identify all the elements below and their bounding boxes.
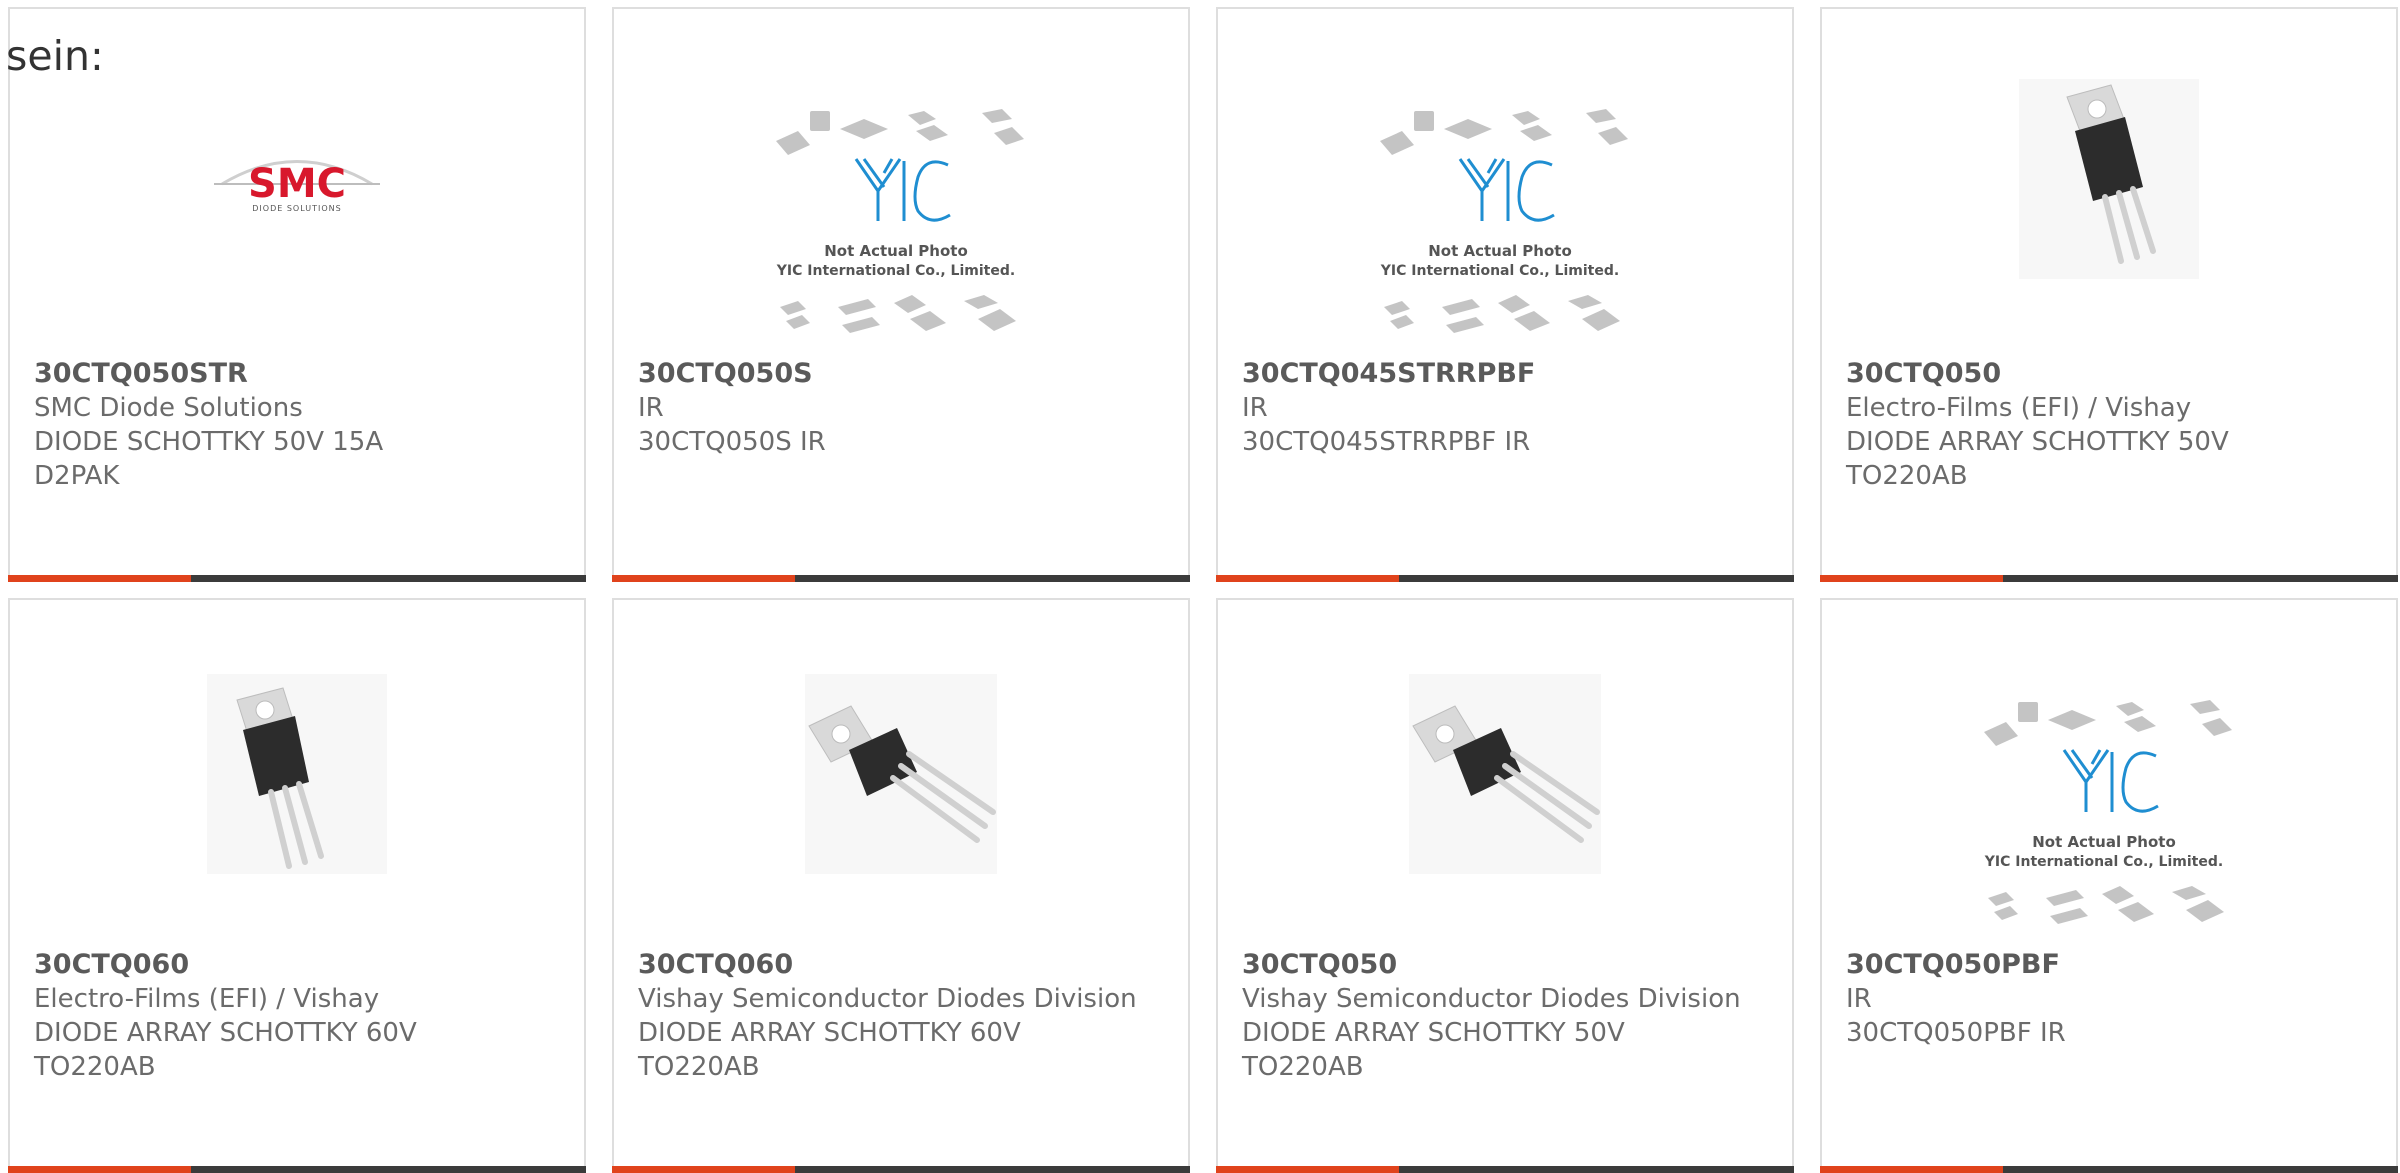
description: DIODE ARRAY SCHOTTKY 50V	[1242, 1018, 1625, 1048]
part-number[interactable]: 30CTQ060	[638, 948, 1168, 982]
product-card[interactable]: 30CTQ060 Vishay Semiconductor Diodes Div…	[612, 598, 1190, 1173]
package: TO220AB	[1846, 461, 1968, 491]
part-number[interactable]: 30CTQ045STRRPBF	[1242, 357, 1772, 391]
not-actual-photo-text: Not Actual Photo	[2032, 833, 2176, 851]
card-bar	[1820, 575, 2398, 582]
description: DIODE ARRAY SCHOTTKY 60V	[638, 1018, 1021, 1048]
card-bar-accent	[8, 575, 191, 582]
smc-logo-text: SMC	[248, 161, 346, 207]
part-number[interactable]: 30CTQ060	[34, 948, 564, 982]
yic-company-text: YIC International Co., Limited.	[1984, 854, 2223, 870]
card-bar	[612, 1166, 1190, 1173]
yic-placeholder-image: Not Actual Photo YIC International Co., …	[776, 109, 1024, 333]
to220-image	[1409, 674, 1601, 874]
card-bar	[8, 1166, 586, 1173]
product-grid: SMC DIODE SOLUTIONS 30CTQ050STR SMC Diod…	[0, 0, 2400, 1173]
part-number[interactable]: 30CTQ050	[1242, 948, 1772, 982]
manufacturer: IR	[1242, 393, 1268, 423]
yic-company-text: YIC International Co., Limited.	[776, 263, 1015, 279]
product-card[interactable]: 30CTQ050 Electro-Films (EFI) / Vishay DI…	[1820, 7, 2398, 582]
description: DIODE ARRAY SCHOTTKY 50V	[1846, 427, 2229, 457]
card-bar	[1216, 575, 1794, 582]
card-bar	[1820, 1166, 2398, 1173]
yic-placeholder-image: Not Actual Photo YIC International Co., …	[1380, 109, 1628, 333]
to220-image	[805, 674, 997, 874]
to220-image	[2019, 79, 2199, 279]
manufacturer: Vishay Semiconductor Diodes Division	[1242, 984, 1741, 1014]
description: DIODE ARRAY SCHOTTKY 60V	[34, 1018, 417, 1048]
yic-placeholder-image: Not Actual Photo YIC International Co., …	[1984, 700, 2232, 924]
product-card[interactable]: Not Actual Photo YIC International Co., …	[1820, 598, 2398, 1173]
part-number[interactable]: 30CTQ050S	[638, 357, 1168, 391]
card-bar	[1216, 1166, 1794, 1173]
part-number[interactable]: 30CTQ050STR	[34, 357, 564, 391]
product-card[interactable]: 30CTQ060 Electro-Films (EFI) / Vishay DI…	[8, 598, 586, 1173]
package: TO220AB	[1242, 1052, 1364, 1082]
not-actual-photo-text: Not Actual Photo	[824, 242, 968, 260]
manufacturer: IR	[638, 393, 664, 423]
part-number[interactable]: 30CTQ050PBF	[1846, 948, 2376, 982]
not-actual-photo-text: Not Actual Photo	[1428, 242, 1572, 260]
card-bar	[8, 575, 586, 582]
smc-logo-image: SMC DIODE SOLUTIONS	[214, 160, 380, 213]
package: TO220AB	[638, 1052, 760, 1082]
section-heading: sein:	[6, 32, 104, 80]
card-bar-accent	[1820, 1166, 2003, 1173]
card-bar-accent	[1820, 575, 2003, 582]
description: DIODE SCHOTTKY 50V 15A	[34, 427, 384, 457]
manufacturer: Vishay Semiconductor Diodes Division	[638, 984, 1137, 1014]
product-card[interactable]: SMC DIODE SOLUTIONS 30CTQ050STR SMC Diod…	[8, 7, 586, 582]
package: D2PAK	[34, 461, 120, 491]
description: 30CTQ050PBF IR	[1846, 1018, 2066, 1048]
card-bar-accent	[8, 1166, 191, 1173]
part-number[interactable]: 30CTQ050	[1846, 357, 2376, 391]
product-card[interactable]: Not Actual Photo YIC International Co., …	[1216, 7, 1794, 582]
card-bar-accent	[612, 1166, 795, 1173]
card-bar-accent	[1216, 575, 1399, 582]
to220-image	[207, 674, 387, 874]
smc-logo-subtext: DIODE SOLUTIONS	[252, 204, 341, 213]
yic-company-text: YIC International Co., Limited.	[1380, 263, 1619, 279]
manufacturer: Electro-Films (EFI) / Vishay	[1846, 393, 2192, 423]
card-bar-accent	[1216, 1166, 1399, 1173]
manufacturer: IR	[1846, 984, 1872, 1014]
manufacturer: SMC Diode Solutions	[34, 393, 303, 423]
product-card[interactable]: Not Actual Photo YIC International Co., …	[612, 7, 1190, 582]
card-bar-accent	[612, 575, 795, 582]
description: 30CTQ045STRRPBF IR	[1242, 427, 1531, 457]
card-bar	[612, 575, 1190, 582]
manufacturer: Electro-Films (EFI) / Vishay	[34, 984, 380, 1014]
package: TO220AB	[34, 1052, 156, 1082]
description: 30CTQ050S IR	[638, 427, 826, 457]
product-card[interactable]: 30CTQ050 Vishay Semiconductor Diodes Div…	[1216, 598, 1794, 1173]
